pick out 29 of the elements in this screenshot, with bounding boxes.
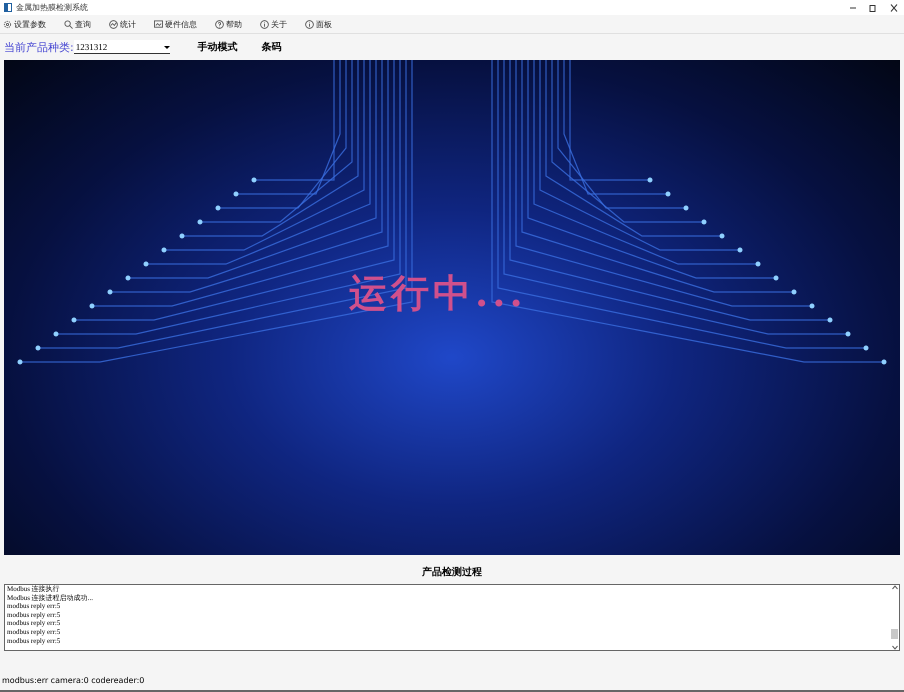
- scrollbar-thumb[interactable]: [891, 628, 898, 638]
- gear-icon: [3, 20, 12, 28]
- menu-item[interactable]: 关于: [260, 18, 287, 30]
- log-title: 产品检测过程: [421, 566, 483, 579]
- scroll-up-icon[interactable]: [892, 585, 898, 590]
- window-title: 金属加热膜检测系统: [16, 2, 89, 13]
- gauge-icon: [109, 20, 118, 28]
- help-icon: [215, 20, 224, 28]
- search-icon: [64, 20, 73, 28]
- info-icon: [260, 20, 269, 28]
- info-icon: [305, 20, 314, 28]
- running-status-text: 运行中...: [349, 269, 527, 317]
- menu-item[interactable]: 统计: [109, 18, 136, 30]
- menu-item[interactable]: 设置参数: [3, 18, 46, 30]
- barcode-label: 条码: [262, 40, 282, 54]
- dropdown-arrow-icon: [164, 44, 170, 50]
- mode-label: 手动模式: [198, 40, 238, 54]
- close-icon[interactable]: [888, 4, 900, 12]
- product-type-label: 当前产品种类:: [4, 40, 74, 54]
- monitor-icon: [154, 20, 163, 28]
- app-icon: [4, 3, 12, 12]
- menu-item[interactable]: 面板: [305, 18, 332, 30]
- status-text: modbus:err camera:0 codereader:0: [0, 676, 904, 692]
- menu-item[interactable]: 帮助: [215, 18, 242, 30]
- menu-item[interactable]: 查询: [64, 18, 91, 30]
- product-type-dropdown[interactable]: 1231312: [74, 40, 170, 54]
- scrollbar[interactable]: [890, 585, 899, 650]
- menu-item[interactable]: 硬件信息: [154, 18, 197, 30]
- scroll-down-icon[interactable]: [892, 645, 898, 650]
